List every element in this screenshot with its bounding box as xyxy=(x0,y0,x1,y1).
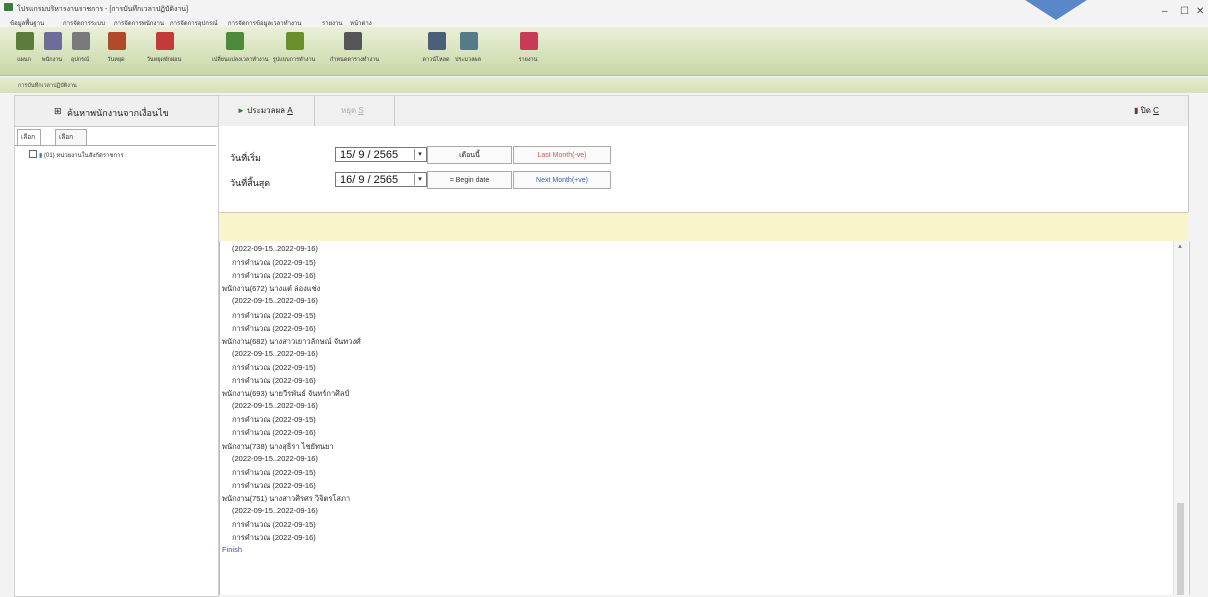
app-icon xyxy=(4,3,13,11)
exit-icon: ▮ xyxy=(1134,106,1139,115)
log-line: (2022-09-15..2022-09-16) xyxy=(232,401,318,411)
folder-icon: ▮ xyxy=(39,153,43,159)
process-icon xyxy=(460,32,478,50)
log-line: การคำนวณ (2022-09-15) xyxy=(232,258,316,268)
toolbar-button-shift[interactable]: เปลี่ยนแปลงเวลาทำงาน xyxy=(212,30,269,72)
process-log: (2022-09-15..2022-09-16) การคำนวณ (2022-0… xyxy=(219,241,1190,595)
vacation-icon xyxy=(156,32,174,50)
this-month-button[interactable]: เดือนนี้ xyxy=(427,146,512,164)
log-line: การคำนวณ (2022-09-15) xyxy=(232,520,316,530)
separator xyxy=(314,96,315,126)
log-line: (2022-09-15..2022-09-16) xyxy=(232,348,318,358)
log-line: การคำนวณ (2022-09-16) xyxy=(232,376,316,385)
toolbar-button-vacation[interactable]: วันหยุดพักผ่อน xyxy=(147,30,181,72)
log-line: (2022-09-15..2022-09-16) xyxy=(232,296,318,306)
search-employee-button[interactable]: ⊞ ค้นหาพนักงานจากเงื่อนไข xyxy=(15,96,218,127)
log-line: พนักงาน(672) นางแต๋ ล่องแช่ง xyxy=(222,284,321,294)
process-button[interactable]: ► ประมวลผล A xyxy=(237,96,293,126)
play-icon: ► xyxy=(237,106,245,115)
department-icon xyxy=(16,32,34,50)
start-date-label: วันที่เริ่ม xyxy=(230,153,261,163)
document-tab[interactable]: การบันทึกเวลาปฏิบัติงาน xyxy=(18,82,77,90)
shift-icon xyxy=(226,32,244,50)
end-date-label: วันที่สิ้นสุด xyxy=(230,178,271,188)
scrollbar-thumb[interactable] xyxy=(1177,503,1184,595)
log-line: การคำนวณ (2022-09-16) xyxy=(232,271,316,281)
toolbar-button-device[interactable]: อุปกรณ์ xyxy=(64,30,96,72)
dropdown-arrow-icon[interactable]: ▾ xyxy=(414,174,425,185)
stop-button[interactable]: หยุด S xyxy=(341,96,364,126)
menu-bar: ข้อมูลพื้นฐาน การจัดการระบบ การจัดการพนั… xyxy=(0,15,1208,27)
log-line: การคำนวณ (2022-09-16) xyxy=(232,533,316,543)
log-line: การคำนวณ (2022-09-15) xyxy=(232,310,316,320)
tab-select-department[interactable]: เลือกแผนก xyxy=(17,129,42,156)
dropdown-arrow-icon[interactable]: ▾ xyxy=(414,149,425,160)
toolbar-button-holiday[interactable]: วันหยุด xyxy=(100,30,132,72)
log-line: การคำนวณ (2022-09-16) xyxy=(232,323,316,333)
toolbar-button-download[interactable]: ดาวน์โหลด xyxy=(420,30,452,72)
log-line: พนักงาน(738) นางสุธิรา ไชยัทนยา xyxy=(222,441,334,451)
report-icon xyxy=(520,32,538,50)
separator xyxy=(394,96,395,126)
log-line: (2022-09-15..2022-09-16) xyxy=(232,244,318,253)
checkbox-icon[interactable] xyxy=(29,150,37,158)
toolbar-button-schedule[interactable]: กำหนดตารางทำงาน xyxy=(330,30,379,72)
right-panel: ► ประมวลผล A หยุด S ▮ ปิด C วันที่เริ่ม … xyxy=(219,95,1190,595)
next-month-button[interactable]: Next Month(+ve) xyxy=(513,171,611,189)
status-bar xyxy=(219,212,1188,242)
tree-item-department[interactable]: ▮ (01) หน่วยงานในสังกัดราชการ xyxy=(29,150,124,160)
window-title: โปรแกรมบริหารงานราชการ - [การบันทึกเวลาป… xyxy=(17,6,189,13)
device-icon xyxy=(72,32,90,50)
holiday-icon xyxy=(108,32,126,50)
start-date-picker[interactable]: 15/ 9 / 2565 ▾ xyxy=(335,147,427,162)
log-line: พนักงาน(693) นายวีรพันธ์ จันทร์กาศิลป์ xyxy=(222,389,350,399)
log-line: พนักงาน(682) นางสาวเยาวลักษณ์ จันทวงศ์ xyxy=(222,336,361,346)
log-line: การคำนวณ (2022-09-16) xyxy=(232,480,316,490)
log-line: (2022-09-15..2022-09-16) xyxy=(232,453,318,463)
scroll-up-icon[interactable]: ▲ xyxy=(1177,244,1183,250)
log-line: การคำนวณ (2022-09-15) xyxy=(232,415,316,425)
log-line: การคำนวณ (2022-09-15) xyxy=(232,362,316,372)
document-tab-strip: การบันทึกเวลาปฏิบัติงาน xyxy=(0,77,1208,93)
log-line: Finish xyxy=(222,545,243,555)
search-employee-label: ค้นหาพนักงานจากเงื่อนไข xyxy=(67,108,169,118)
department-tree: ▮ (01) หน่วยงานในสังกัดราชการ xyxy=(15,145,216,596)
toolbar-button-work-pattern[interactable]: รูปแบบการทำงาน xyxy=(273,30,315,72)
last-month-button[interactable]: Last Month(-ve) xyxy=(513,146,611,164)
log-line: พนักงาน(751) นางสาวศิรศร วิจิตรโสภา xyxy=(222,493,351,503)
download-icon xyxy=(428,32,446,50)
log-line: (2022-09-15..2022-09-16) xyxy=(232,506,318,515)
date-form: วันที่เริ่ม 15/ 9 / 2565 ▾ เดือนนี้ Last… xyxy=(219,126,1189,212)
search-employee-icon: ⊞ xyxy=(54,106,62,116)
end-date-picker[interactable]: 16/ 9 / 2565 ▾ xyxy=(335,172,427,187)
log-line: การคำนวณ (2022-09-16) xyxy=(232,428,316,438)
toolbar-button-report[interactable]: รายงาน xyxy=(512,30,544,72)
action-bar: ► ประมวลผล A หยุด S ▮ ปิด C xyxy=(219,95,1189,127)
main-toolbar: แผนก พนักงาน อุปกรณ์ วันหยุด วันหยุดพักผ… xyxy=(0,27,1208,76)
log-line: การคำนวณ (2022-09-15) xyxy=(232,467,316,477)
log-scrollbar[interactable]: ▲ xyxy=(1173,241,1188,595)
work-pattern-icon xyxy=(286,32,304,50)
begin-date-button[interactable]: = Begin date xyxy=(427,171,512,189)
schedule-icon xyxy=(344,32,362,50)
left-panel: ⊞ ค้นหาพนักงานจากเงื่อนไข เลือกแผนก เลือ… xyxy=(14,95,219,597)
tab-select-employee[interactable]: เลือกพนักงาน xyxy=(55,129,87,156)
toolbar-button-process[interactable]: ประมวลผล xyxy=(452,30,484,72)
employee-icon xyxy=(44,32,62,50)
exit-button[interactable]: ▮ ปิด C xyxy=(1134,96,1159,126)
